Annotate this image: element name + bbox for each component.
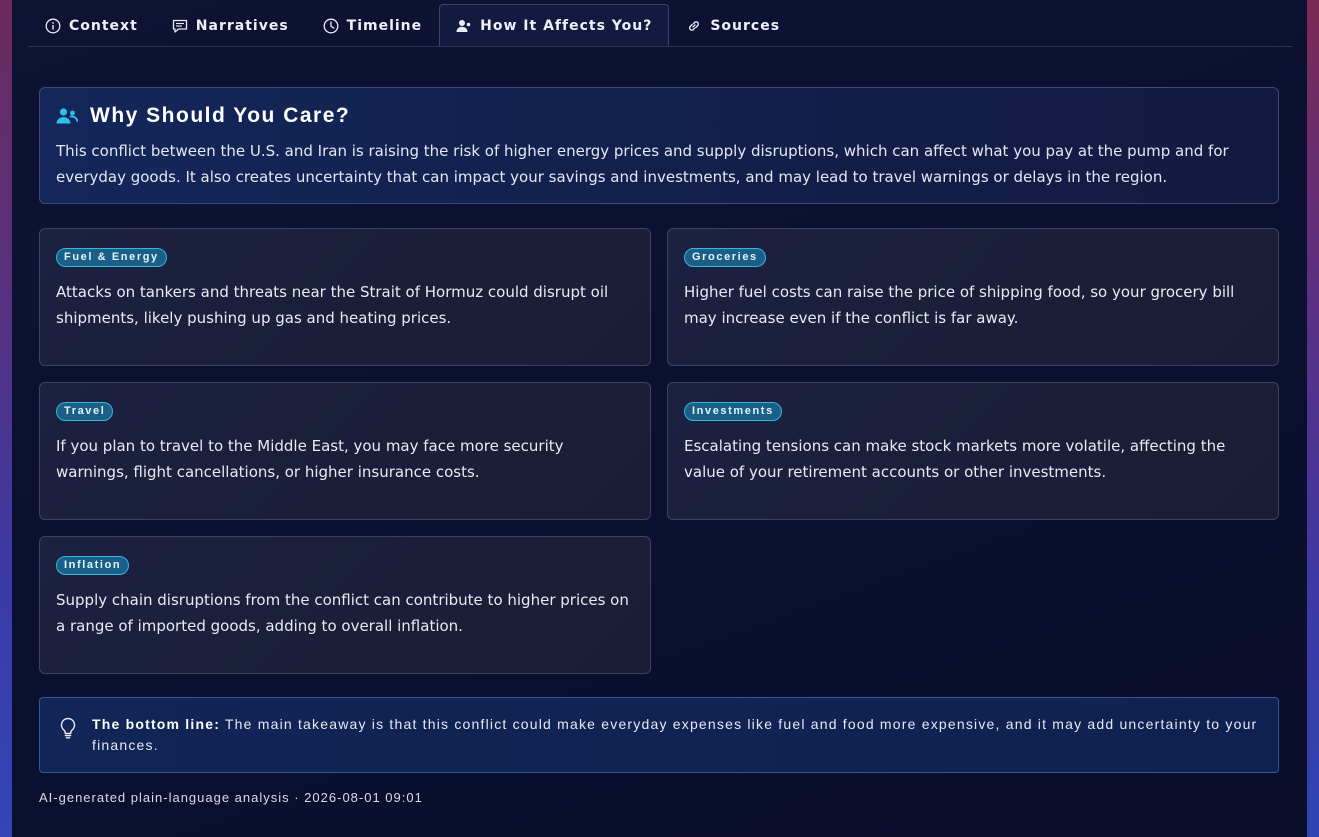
impact-card-inflation: Inflation Supply chain disruptions from …: [39, 536, 651, 674]
bottom-line-callout: The bottom line: The main takeaway is th…: [39, 697, 1279, 773]
category-tag: Travel: [56, 402, 114, 421]
why-care-section: Why Should You Care? This conflict betwe…: [39, 87, 1279, 204]
category-tag: Investments: [684, 402, 782, 421]
tab-label: Timeline: [346, 17, 423, 34]
right-edge-gradient: [1307, 0, 1319, 837]
why-care-title: Why Should You Care?: [90, 104, 351, 127]
category-tag: Groceries: [684, 248, 766, 267]
bottom-line-body: The main takeaway is that this conflict …: [92, 716, 1258, 753]
tab-label: Context: [69, 17, 138, 34]
bottom-line-label: The bottom line:: [92, 716, 221, 732]
tab-sources[interactable]: Sources: [669, 4, 797, 46]
impact-card-text: Escalating tensions can make stock marke…: [684, 437, 1226, 481]
tab-label: How It Affects You?: [480, 17, 653, 34]
lightbulb-icon: [60, 717, 76, 739]
tab-label: Sources: [710, 17, 781, 34]
clock-icon: [323, 18, 339, 33]
impact-card-text: Higher fuel costs can raise the price of…: [684, 283, 1235, 327]
left-edge-gradient: [0, 0, 12, 837]
tab-bar: Context Narratives Timeline How It Affec…: [28, 4, 1292, 47]
tab-how-it-affects-you[interactable]: How It Affects You?: [439, 4, 670, 46]
chat-icon: [172, 19, 187, 33]
impact-card-investments: Investments Escalating tensions can make…: [667, 382, 1279, 520]
main-panel: Context Narratives Timeline How It Affec…: [12, 0, 1307, 837]
why-care-header: Why Should You Care?: [56, 102, 1262, 130]
info-icon: [45, 18, 61, 33]
tab-context[interactable]: Context: [28, 4, 155, 46]
category-tag: Inflation: [56, 556, 130, 575]
tab-narratives[interactable]: Narratives: [155, 4, 306, 46]
tab-timeline[interactable]: Timeline: [306, 4, 440, 46]
impact-card-text: If you plan to travel to the Middle East…: [56, 437, 564, 481]
category-tag: Fuel & Energy: [56, 248, 167, 267]
user-icon: [456, 19, 471, 32]
impact-card-text: Attacks on tankers and threats near the …: [56, 283, 609, 327]
bottom-line-text: The bottom line: The main takeaway is th…: [92, 714, 1260, 756]
impact-card-travel: Travel If you plan to travel to the Midd…: [39, 382, 651, 520]
impact-card-text: Supply chain disruptions from the confli…: [56, 591, 629, 635]
tab-label: Narratives: [195, 17, 289, 34]
impact-card-fuel: Fuel & Energy Attacks on tankers and thr…: [39, 228, 651, 366]
why-care-text: This conflict between the U.S. and Iran …: [56, 142, 1229, 186]
link-icon: [689, 20, 700, 31]
impact-card-groceries: Groceries Higher fuel costs can raise th…: [667, 228, 1279, 366]
users-icon: [56, 108, 78, 124]
analysis-footer: AI-generated plain-language analysis · 2…: [39, 790, 423, 805]
